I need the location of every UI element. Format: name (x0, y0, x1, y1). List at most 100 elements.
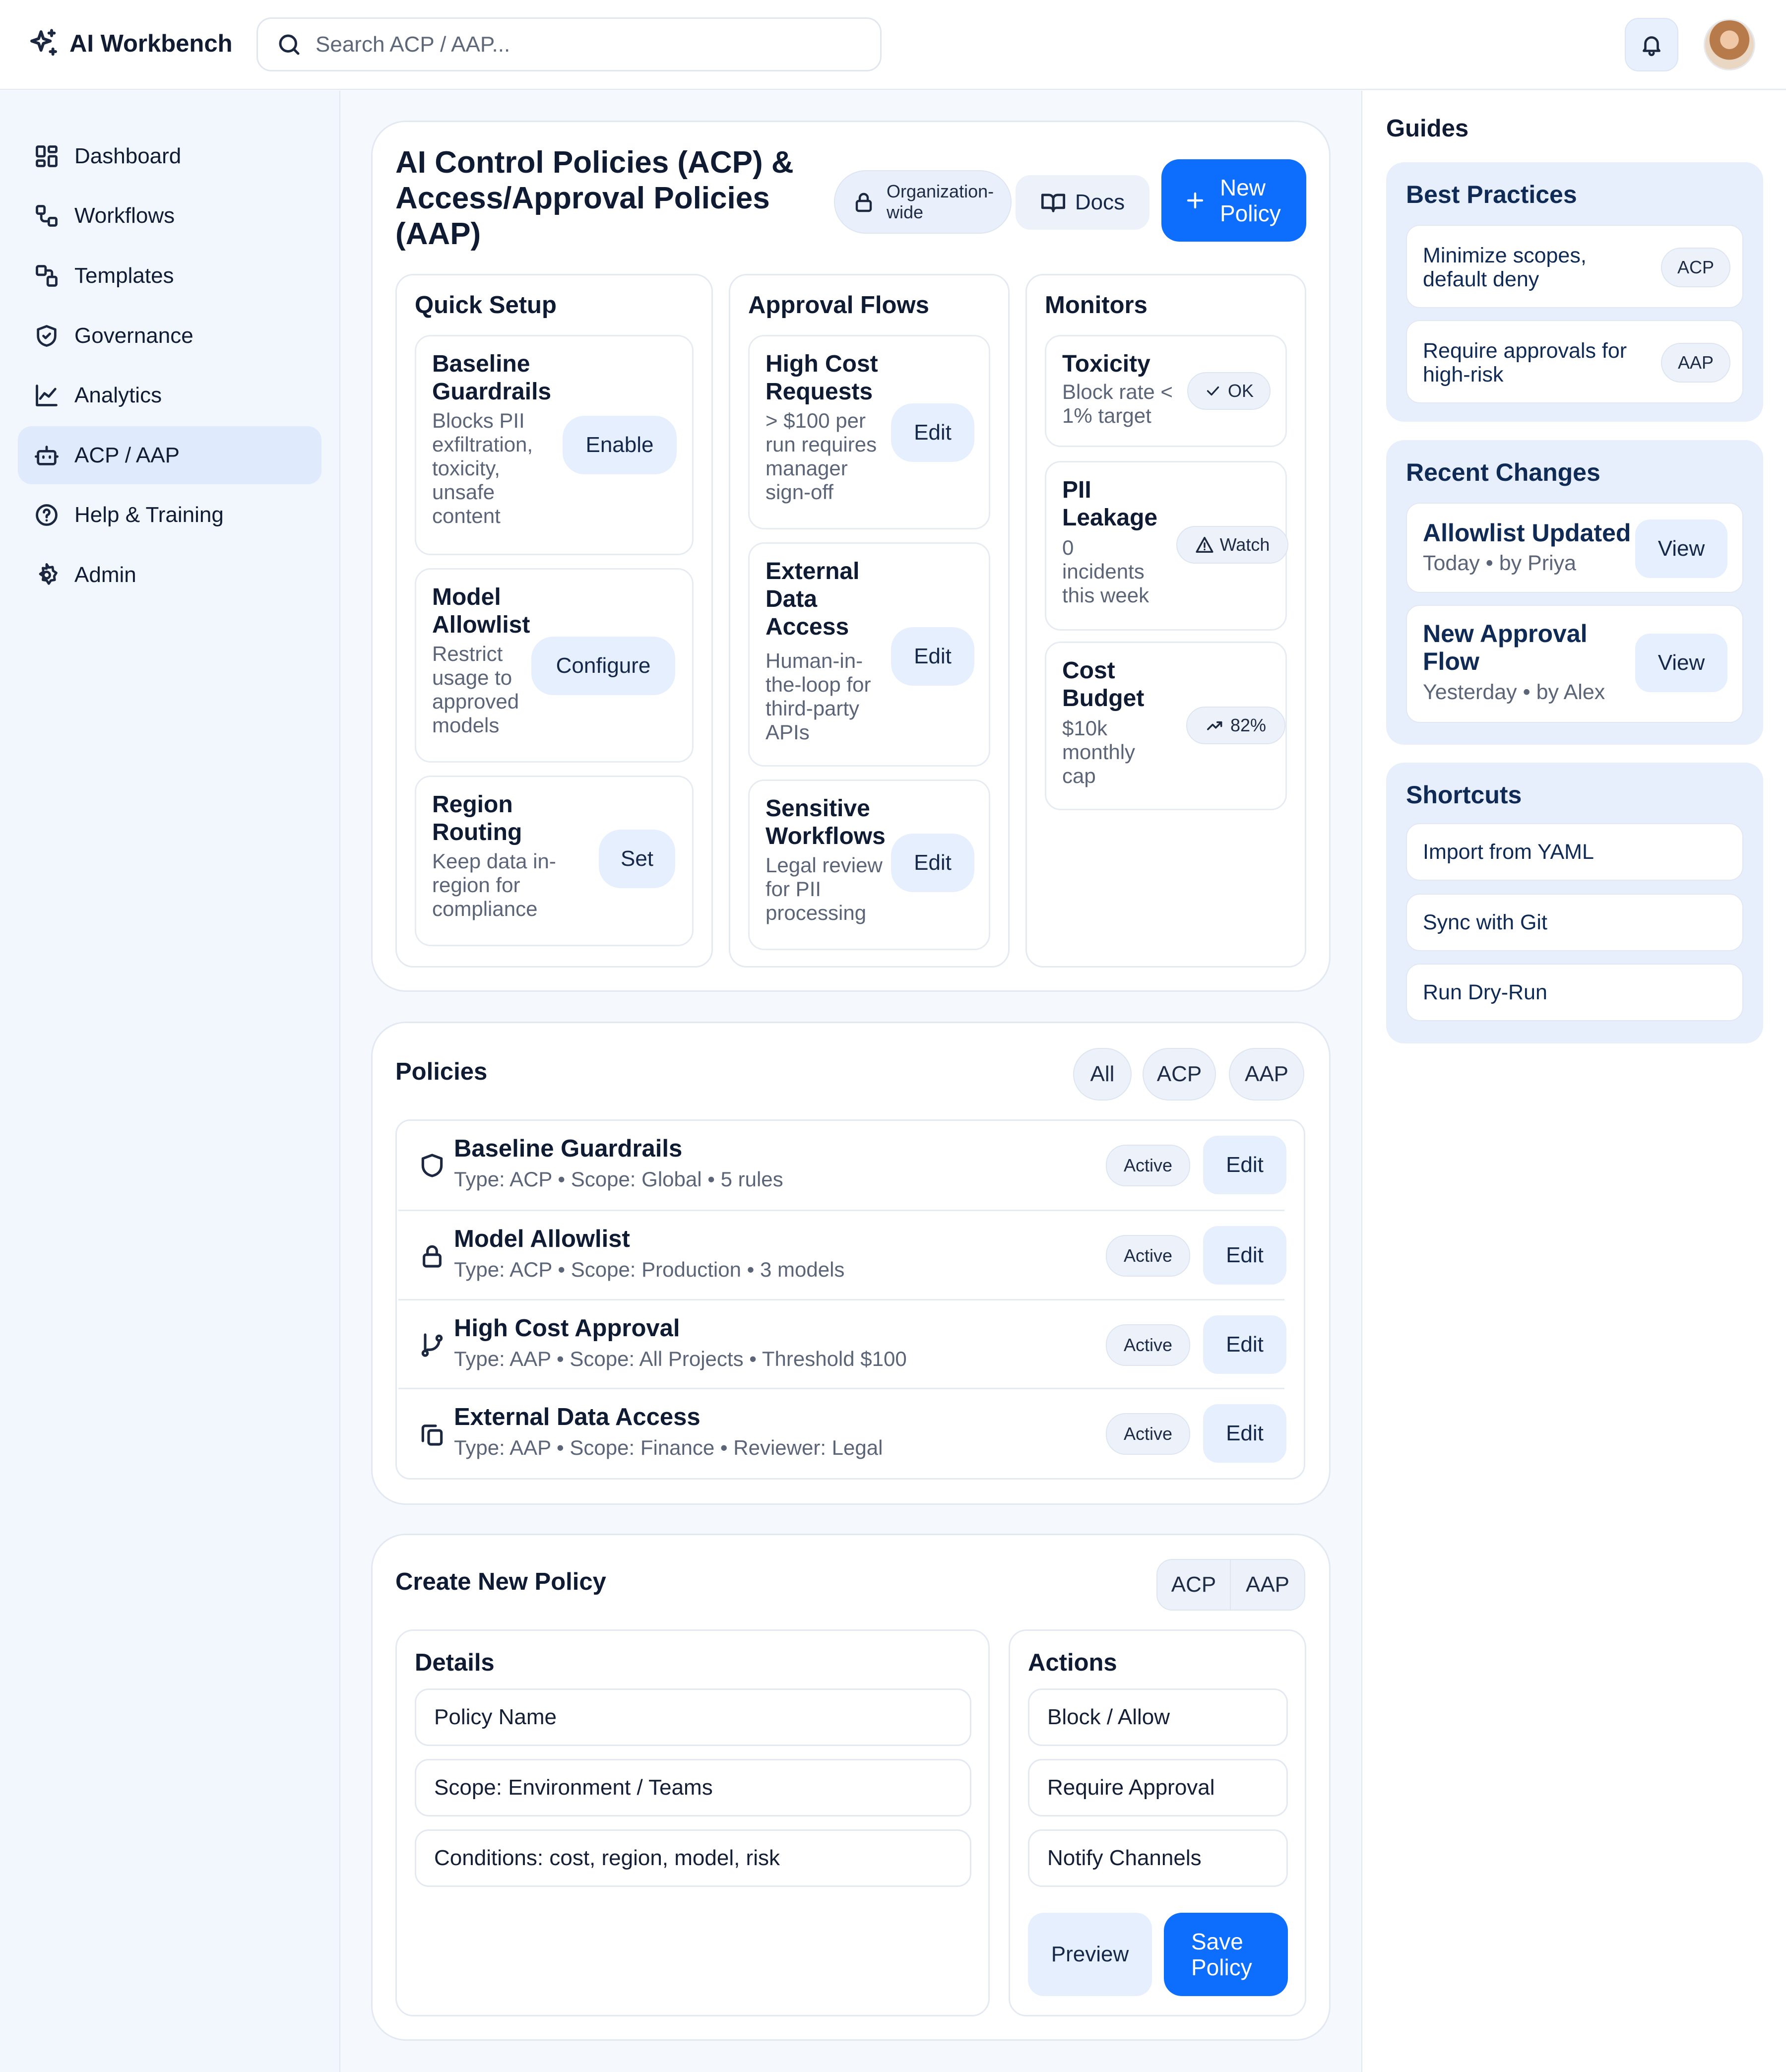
scope-field[interactable]: Scope: Environment / Teams (415, 1759, 971, 1816)
workflow-icon (34, 203, 60, 229)
sidebar-item-acp-aap[interactable]: ACP / AAP (18, 426, 321, 484)
check-icon (1204, 382, 1222, 400)
item-title: Sensitive Workflows (765, 795, 886, 849)
templates-icon (34, 263, 60, 289)
scope-label: Organization-wide (887, 181, 994, 222)
sidebar-item-templates[interactable]: Templates (18, 247, 321, 305)
view-button[interactable]: View (1635, 634, 1727, 692)
item-desc: Blocks PII exfiltration, toxicity, unsaf… (432, 409, 533, 527)
filter-acp[interactable]: ACP (1143, 1048, 1216, 1101)
status-badge: Active (1106, 1235, 1190, 1277)
list-item[interactable]: Minimize scopes, default deny ACP (1406, 225, 1743, 308)
shortcut-dry-run[interactable]: Run Dry-Run (1406, 964, 1743, 1021)
policy-meta: Type: ACP • Scope: Production • 3 models (454, 1258, 845, 1281)
create-policy-panel: Create New Policy ACP AAP Details Policy… (371, 1534, 1331, 2041)
sidebar-item-dashboard[interactable]: Dashboard (18, 127, 321, 185)
plus-icon (1183, 189, 1207, 212)
status-badge: Active (1106, 1324, 1190, 1366)
shortcut-import-yaml[interactable]: Import from YAML (1406, 823, 1743, 881)
conditions-field[interactable]: Conditions: cost, region, model, risk (415, 1829, 971, 1887)
block-allow-field[interactable]: Block / Allow (1028, 1688, 1288, 1746)
book-icon (1040, 190, 1066, 215)
sidebar-item-help-training[interactable]: Help & Training (18, 486, 321, 544)
edit-button[interactable]: Edit (1203, 1404, 1286, 1463)
status-label: 82% (1230, 715, 1267, 735)
edit-button[interactable]: Edit (1203, 1226, 1286, 1285)
monitor-item: Cost Budget $10k monthly cap 82% (1045, 642, 1287, 810)
guides-title: Guides (1386, 115, 1469, 142)
sidebar-item-label: Workflows (74, 203, 175, 228)
sparkles-icon (28, 28, 60, 60)
item-desc: Human-in-the-loop for third-party APIs (765, 649, 871, 744)
item-title: Model Allowlist (432, 584, 530, 638)
edit-button[interactable]: Edit (1203, 1136, 1286, 1194)
table-row[interactable]: High Cost Approval Type: AAP • Scope: Al… (398, 1299, 1286, 1388)
edit-button[interactable]: Edit (891, 627, 974, 686)
item-desc: $10k monthly cap (1062, 716, 1136, 787)
guide-text: Minimize scopes, default deny (1423, 244, 1587, 291)
status-badge: Active (1106, 1413, 1190, 1455)
notifications-button[interactable] (1625, 18, 1678, 71)
status-label: Watch (1219, 534, 1270, 555)
type-aap[interactable]: AAP (1231, 1560, 1304, 1610)
require-approval-field[interactable]: Require Approval (1028, 1759, 1288, 1816)
preview-button[interactable]: Preview (1028, 1913, 1152, 1996)
sidebar-item-governance[interactable]: Governance (18, 307, 321, 365)
policy-name-field[interactable]: Policy Name (415, 1688, 971, 1746)
status-badge: OK (1187, 372, 1271, 410)
alert-icon (1195, 535, 1214, 554)
edit-button[interactable]: Edit (891, 834, 974, 892)
status-badge: Watch (1176, 526, 1288, 564)
docs-button[interactable]: Docs (1016, 175, 1149, 230)
brand[interactable]: AI Workbench (28, 28, 233, 60)
shortcut-label: Sync with Git (1423, 910, 1547, 934)
policies-list: Baseline Guardrails Type: ACP • Scope: G… (395, 1119, 1305, 1480)
sidebar-item-label: Help & Training (74, 502, 224, 527)
policy-name: External Data Access (454, 1404, 701, 1430)
policies-title: Policies (395, 1058, 488, 1085)
sidebar-item-workflows[interactable]: Workflows (18, 187, 321, 245)
edit-button[interactable]: Edit (891, 403, 974, 462)
table-row[interactable]: External Data Access Type: AAP • Scope: … (398, 1388, 1286, 1477)
policy-name: Baseline Guardrails (454, 1135, 683, 1162)
shortcut-label: Run Dry-Run (1423, 980, 1547, 1004)
approval-flows-card: Approval Flows High Cost Requests > $100… (729, 274, 1010, 968)
filter-all[interactable]: All (1073, 1048, 1132, 1101)
shortcut-sync-git[interactable]: Sync with Git (1406, 894, 1743, 951)
scope-badge[interactable]: Organization-wide (834, 170, 1012, 234)
item-desc: Legal review for PII processing (765, 853, 883, 924)
item-title: High Cost Requests (765, 351, 878, 405)
shortcut-label: Import from YAML (1423, 840, 1594, 864)
list-item[interactable]: Require approvals for high-risk AAP (1406, 320, 1743, 403)
notify-channels-field[interactable]: Notify Channels (1028, 1829, 1288, 1887)
item-desc: Keep data in-region for compliance (432, 849, 556, 920)
search-input[interactable] (316, 32, 812, 57)
view-button[interactable]: View (1635, 519, 1727, 578)
search-bar[interactable] (256, 17, 882, 71)
new-policy-button[interactable]: New Policy (1161, 159, 1306, 242)
filter-aap[interactable]: AAP (1229, 1048, 1304, 1101)
type-acp[interactable]: ACP (1157, 1560, 1231, 1610)
table-row[interactable]: Baseline Guardrails Type: ACP • Scope: G… (398, 1121, 1286, 1210)
sidebar-item-label: Analytics (74, 383, 162, 407)
list-item: Model Allowlist Restrict usage to approv… (415, 568, 694, 763)
sidebar-item-label: Templates (74, 263, 174, 288)
recent-changes-title: Recent Changes (1406, 458, 1600, 486)
item-title: Toxicity (1062, 351, 1150, 377)
configure-button[interactable]: Configure (531, 637, 675, 695)
bell-icon (1639, 32, 1664, 57)
set-button[interactable]: Set (599, 830, 675, 888)
edit-button[interactable]: Edit (1203, 1315, 1286, 1374)
sidebar-item-analytics[interactable]: Analytics (18, 366, 321, 424)
sidebar-item-admin[interactable]: Admin (18, 546, 321, 604)
branch-icon (418, 1331, 446, 1359)
avatar[interactable] (1704, 19, 1755, 70)
save-policy-button[interactable]: Save Policy (1164, 1913, 1288, 1996)
chart-icon (34, 383, 60, 408)
actions-card: Actions Block / Allow Require Approval N… (1009, 1629, 1306, 2016)
table-row[interactable]: Model Allowlist Type: ACP • Scope: Produ… (398, 1210, 1286, 1298)
help-icon (34, 502, 60, 528)
header-panel: AI Control Policies (ACP) & Access/Appro… (371, 121, 1331, 992)
list-item: New Approval Flow Yesterday • by Alex Vi… (1406, 605, 1743, 723)
enable-button[interactable]: Enable (563, 416, 677, 474)
